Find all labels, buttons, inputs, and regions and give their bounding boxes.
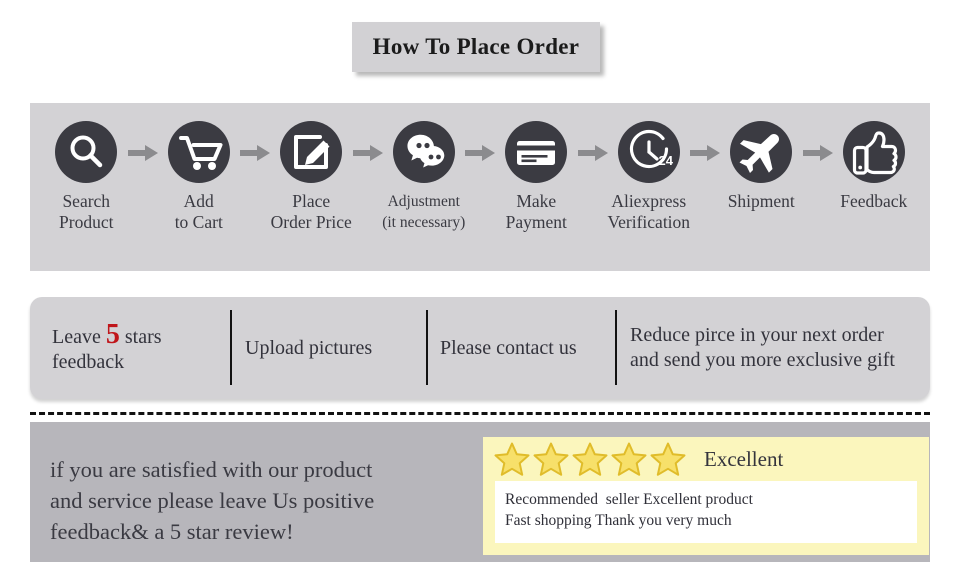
page-title: How To Place Order bbox=[372, 34, 580, 59]
promise-item-text: Reduce pirce in your next order and send… bbox=[630, 324, 895, 371]
promise-text-pre: Leave bbox=[52, 325, 106, 348]
shopping-cart-icon bbox=[167, 121, 230, 183]
star-icon bbox=[649, 441, 688, 477]
airplane-icon bbox=[730, 121, 793, 183]
order-step-7: Shipment bbox=[704, 121, 818, 212]
promise-item-text: Upload pictures bbox=[245, 336, 373, 359]
order-step-label: Search Product bbox=[59, 191, 114, 232]
promise-item-4: Reduce pirce in your next order and send… bbox=[630, 297, 895, 399]
promise-divider-1 bbox=[230, 310, 232, 385]
magnifier-icon bbox=[55, 121, 118, 183]
sample-review-card: Excellent Recommended seller Excellent p… bbox=[483, 437, 929, 555]
review-comment-box: Recommended seller Excellent product Fas… bbox=[495, 481, 917, 543]
order-step-3: Place Order Price bbox=[254, 121, 368, 233]
seller-promises-panel: Leave 5 stars feedback Upload pictures Ple… bbox=[30, 297, 930, 399]
order-step-label: Add to Cart bbox=[174, 191, 223, 232]
chat-bubbles-icon bbox=[392, 121, 455, 183]
steps-row: Search Product Add to Cart Place Order P… bbox=[30, 103, 930, 271]
how-to-order-steps-panel: Search Product Add to Cart Place Order P… bbox=[30, 103, 930, 271]
star-rating bbox=[493, 441, 688, 477]
review-comment-line-1: Recommended seller Excellent product bbox=[505, 491, 753, 508]
order-step-5: Make Payment bbox=[479, 121, 593, 233]
order-step-label: Shipment bbox=[727, 191, 795, 211]
promise-item-3: Please contact us bbox=[440, 297, 577, 399]
promise-divider-3 bbox=[615, 310, 617, 385]
order-step-label: Place Order Price bbox=[270, 191, 352, 232]
credit-card-icon bbox=[505, 121, 568, 183]
star-icon bbox=[532, 441, 571, 477]
svg-text:24: 24 bbox=[658, 153, 673, 168]
thumbs-up-icon bbox=[842, 121, 905, 183]
promise-item-text: Leave 5 stars feedback bbox=[52, 318, 162, 375]
section-divider bbox=[30, 412, 930, 415]
order-step-label: Feedback bbox=[840, 191, 908, 211]
star-icon bbox=[493, 441, 532, 477]
order-step-1: Search Product bbox=[29, 121, 143, 233]
order-step-label: Aliexpress Verification bbox=[607, 191, 691, 232]
star-icon bbox=[610, 441, 649, 477]
page-title-banner: How To Place Order bbox=[352, 22, 600, 72]
order-step-2: Add to Cart bbox=[142, 121, 256, 233]
review-comment-line-2: Fast shopping Thank you very much bbox=[505, 512, 732, 529]
order-step-8: Feedback bbox=[817, 121, 931, 212]
promise-item-text: Please contact us bbox=[440, 336, 577, 359]
order-step-4: Adjustment (it necessary) bbox=[367, 121, 481, 233]
edit-note-icon bbox=[280, 121, 343, 183]
clock-24-icon: 24 bbox=[617, 121, 680, 183]
promise-item-1: Leave 5 stars feedback bbox=[52, 297, 162, 399]
review-rating-row: Excellent bbox=[493, 441, 783, 477]
order-step-label: Adjustment (it necessary) bbox=[382, 193, 466, 231]
rating-label: Excellent bbox=[704, 446, 784, 471]
star-icon bbox=[571, 441, 610, 477]
order-step-6: 24 Aliexpress Verification bbox=[592, 121, 706, 233]
feedback-request-text: if you are satisfied with our product an… bbox=[50, 457, 375, 544]
promise-item-2: Upload pictures bbox=[245, 297, 372, 399]
promise-divider-2 bbox=[426, 310, 428, 385]
order-step-label: Make Payment bbox=[505, 191, 567, 232]
promise-highlight-number: 5 bbox=[105, 318, 120, 350]
